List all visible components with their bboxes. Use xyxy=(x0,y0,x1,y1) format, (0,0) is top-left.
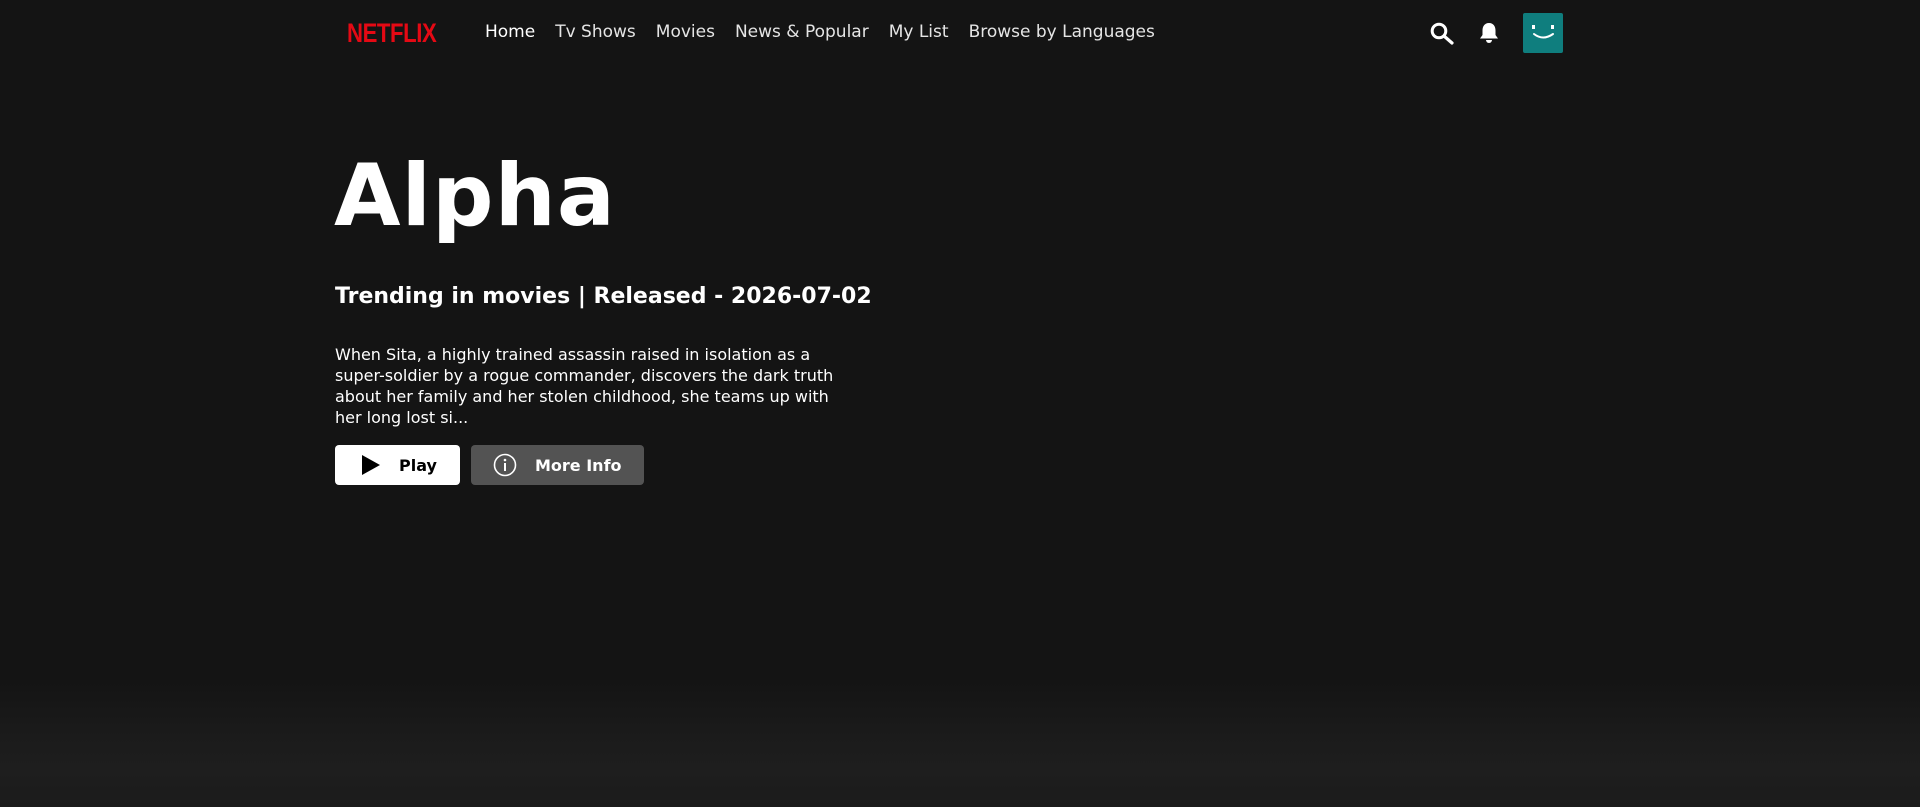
play-button[interactable]: Play xyxy=(335,445,460,485)
nav-item-home[interactable]: Home xyxy=(485,21,535,43)
nav-item-news-popular[interactable]: News & Popular xyxy=(735,21,869,43)
nav-item-tv-shows[interactable]: Tv Shows xyxy=(555,21,636,43)
nav-item-browse-by-languages[interactable]: Browse by Languages xyxy=(969,21,1155,43)
more-info-button-label: More Info xyxy=(535,455,622,475)
notifications-button[interactable] xyxy=(1476,19,1502,47)
search-button[interactable] xyxy=(1428,20,1456,48)
smiley-avatar-icon xyxy=(1532,25,1554,39)
nav-item-movies[interactable]: Movies xyxy=(656,21,715,43)
netflix-logo[interactable]: NETFLIX xyxy=(347,18,437,48)
hero-title: Alpha xyxy=(334,146,616,246)
info-icon xyxy=(493,453,517,477)
nav-item-my-list[interactable]: My List xyxy=(889,21,949,43)
search-icon xyxy=(1430,22,1454,45)
bell-icon xyxy=(1480,23,1498,43)
top-navigation-bar: NETFLIX Home Tv Shows Movies News & Popu… xyxy=(0,0,1920,66)
more-info-button[interactable]: More Info xyxy=(471,445,644,485)
hero-subtitle: Trending in movies | Released - 2026-07-… xyxy=(335,284,872,309)
play-icon xyxy=(361,454,381,476)
page: NETFLIX Home Tv Shows Movies News & Popu… xyxy=(0,0,1920,807)
bottom-gradient xyxy=(0,680,1920,807)
main-nav: Home Tv Shows Movies News & Popular My L… xyxy=(485,21,1175,43)
play-button-label: Play xyxy=(399,455,437,475)
profile-avatar[interactable] xyxy=(1523,13,1563,53)
hero-description: When Sita, a highly trained assassin rai… xyxy=(335,345,834,427)
